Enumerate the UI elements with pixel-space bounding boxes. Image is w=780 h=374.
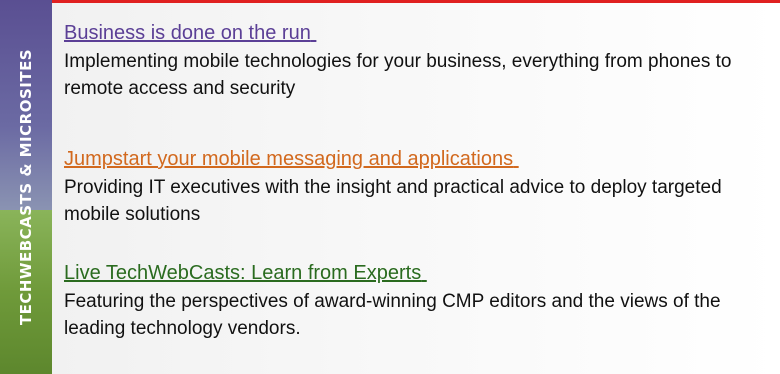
promo-description: Featuring the perspectives of award-winn…: [64, 291, 721, 339]
promo-item: Jumpstart your mobile messaging and appl…: [64, 146, 764, 228]
promo-item: Live TechWebCasts: Learn from Experts Fe…: [64, 260, 764, 342]
promo-description: Implementing mobile technologies for you…: [64, 51, 732, 99]
side-banner: TECHWEBCASTS & MICROSITES: [0, 0, 52, 374]
promo-link-live-techwebcasts[interactable]: Live TechWebCasts: Learn from Experts: [64, 260, 427, 286]
promo-description: Providing IT executives with the insight…: [64, 177, 722, 225]
promo-item: Business is done on the run Implementing…: [64, 20, 764, 102]
promo-link-mobile-messaging[interactable]: Jumpstart your mobile messaging and appl…: [64, 146, 519, 172]
side-banner-label: TECHWEBCASTS & MICROSITES: [17, 48, 35, 326]
promo-link-business-on-the-run[interactable]: Business is done on the run: [64, 20, 316, 46]
content-panel: Business is done on the run Implementing…: [52, 3, 780, 374]
